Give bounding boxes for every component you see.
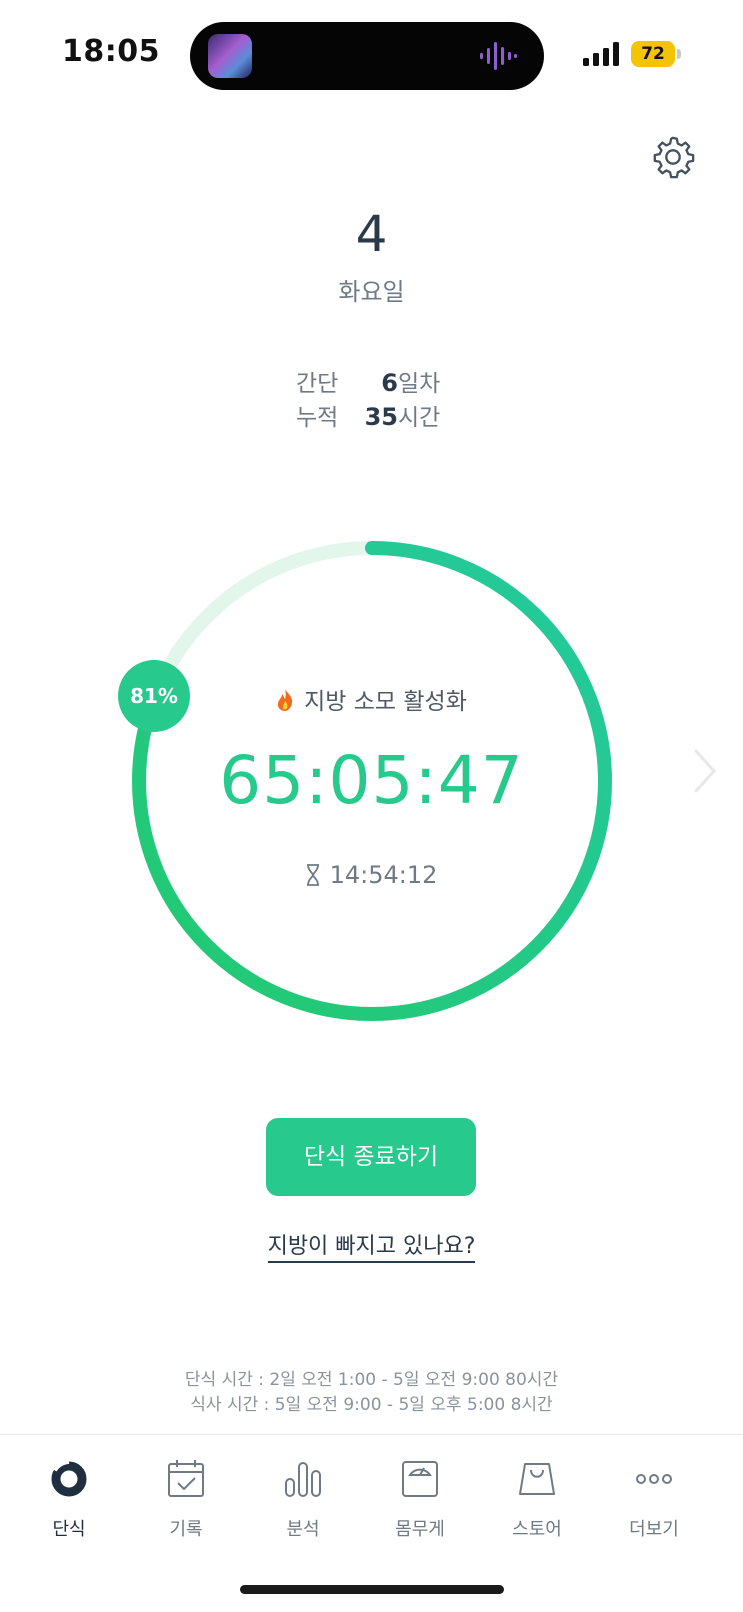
- home-indicator: [240, 1585, 504, 1594]
- dynamic-island[interactable]: [190, 22, 544, 90]
- chevron-right-icon[interactable]: [693, 748, 717, 794]
- fasting-ring-icon: [51, 1459, 87, 1497]
- stat-row-intermittent: 간단 6 일차: [296, 364, 496, 398]
- audio-wave-icon: [480, 42, 517, 70]
- remaining-value: 14:54:12: [329, 861, 438, 889]
- tab-records[interactable]: 기록: [131, 1435, 241, 1555]
- hourglass-icon: [306, 864, 319, 886]
- remaining-time: 14:54:12: [0, 861, 743, 889]
- fasting-phase: 지방 소모 활성화: [0, 682, 743, 716]
- calendar-check-icon: [168, 1460, 204, 1497]
- bar-chart-icon: [285, 1462, 321, 1497]
- more-dots-icon: [636, 1474, 672, 1484]
- flame-icon: [277, 689, 293, 711]
- tab-label: 더보기: [629, 1519, 679, 1540]
- shopping-bag-icon: [519, 1463, 555, 1495]
- stat-row-cumulative: 누적 35 시간: [296, 398, 496, 432]
- tab-fasting[interactable]: 단식: [14, 1435, 124, 1555]
- battery-tip: [677, 49, 681, 59]
- day-of-week: 화요일: [338, 278, 405, 306]
- tab-store[interactable]: 스토어: [482, 1435, 592, 1555]
- battery-indicator: 72: [631, 41, 675, 67]
- tab-label: 스토어: [512, 1519, 562, 1540]
- tab-label: 기록: [169, 1519, 203, 1540]
- stat-label: 간단: [296, 371, 339, 397]
- phase-label: 지방 소모 활성화: [304, 689, 467, 715]
- end-fasting-button[interactable]: 단식 종료하기: [266, 1118, 476, 1196]
- stat-value: 35: [364, 403, 398, 431]
- status-time: 18:05: [62, 34, 160, 69]
- eating-schedule: 식사 시간 : 5일 오전 9:00 - 5일 오후 5:00 8시간: [190, 1395, 553, 1415]
- settings-gear-icon[interactable]: [650, 134, 696, 180]
- fasting-schedule: 단식 시간 : 2일 오전 1:00 - 5일 오전 9:00 80시간: [184, 1370, 559, 1390]
- fasting-stats: 간단 6 일차 누적 35 시간: [296, 364, 496, 432]
- fat-loss-link-text[interactable]: 지방이 빠지고 있나요?: [267, 1234, 476, 1263]
- signal-icon: [583, 42, 619, 66]
- tab-more[interactable]: 더보기: [599, 1435, 709, 1555]
- tab-label: 몸무게: [395, 1519, 445, 1540]
- tab-analysis[interactable]: 분석: [248, 1435, 358, 1555]
- fat-loss-link[interactable]: 지방이 빠지고 있나요?: [0, 1228, 743, 1263]
- stat-unit: 일차: [398, 371, 441, 397]
- stat-value: 6: [381, 369, 398, 397]
- scale-icon: [402, 1461, 438, 1497]
- tab-weight[interactable]: 몸무게: [365, 1435, 475, 1555]
- elapsed-time: 65:05:47: [219, 742, 524, 819]
- stat-label: 누적: [296, 405, 339, 431]
- tab-label: 단식: [52, 1519, 86, 1540]
- day-number: 4: [355, 205, 388, 263]
- tab-label: 분석: [286, 1519, 320, 1540]
- now-playing-artwork: [208, 34, 252, 78]
- stat-unit: 시간: [398, 405, 441, 431]
